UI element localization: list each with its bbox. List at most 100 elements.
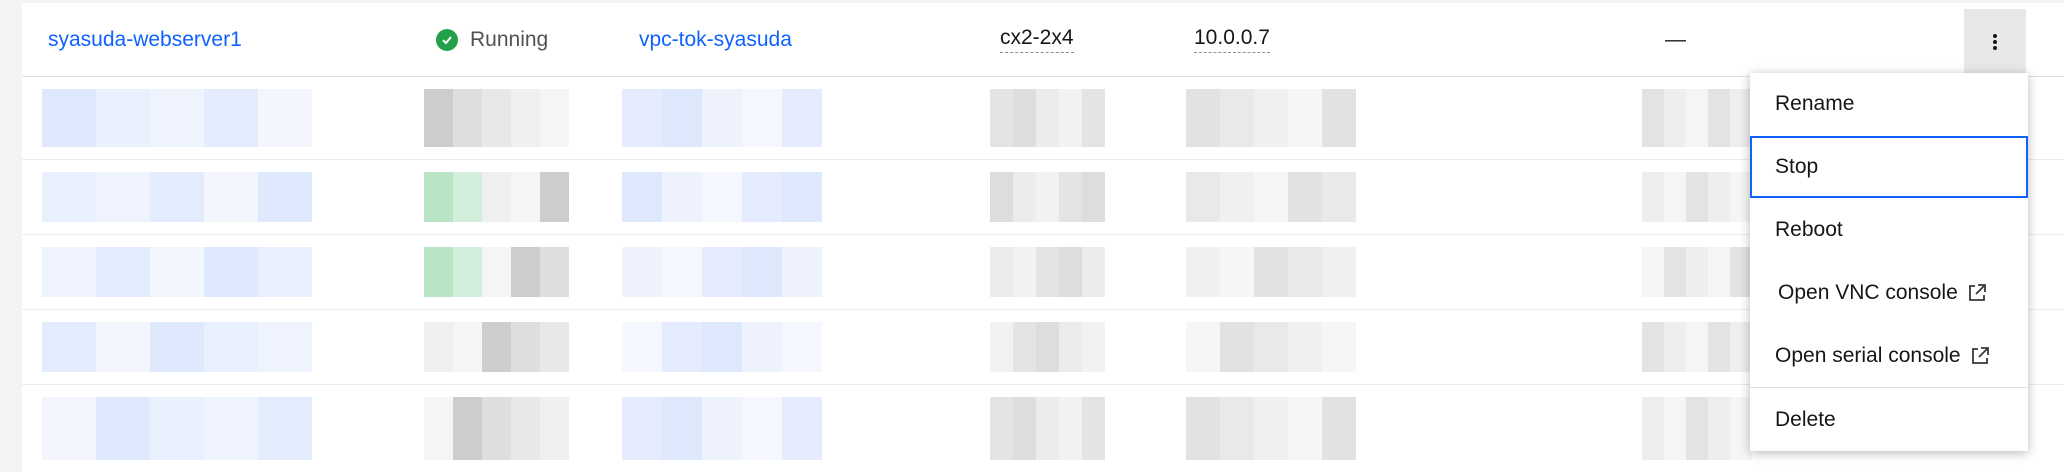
redacted-block (1220, 322, 1254, 372)
redacted-block (1082, 322, 1105, 372)
ip-value[interactable]: 10.0.0.7 (1194, 26, 1270, 53)
redacted-block (204, 89, 258, 147)
redacted-block (662, 322, 702, 372)
redacted-block (42, 247, 96, 297)
redacted-block (482, 172, 511, 222)
redacted-block (424, 89, 453, 147)
redacted-block (424, 397, 453, 460)
redacted-block (1254, 247, 1288, 297)
redacted-block (1642, 172, 1664, 222)
redacted-block (1642, 397, 1664, 460)
redacted-block (1220, 247, 1254, 297)
redacted-block (1036, 247, 1059, 297)
redacted-block (540, 397, 569, 460)
redacted-block (1642, 322, 1664, 372)
redacted-block (96, 172, 150, 222)
redacted-block (1288, 247, 1322, 297)
redacted-block (1730, 397, 1752, 460)
redacted-block (1036, 397, 1059, 460)
redacted-block (1708, 247, 1730, 297)
instance-name-link[interactable]: syasuda-webserver1 (48, 3, 242, 76)
menu-item-delete[interactable]: Delete (1750, 389, 2028, 451)
redacted-block (1082, 89, 1105, 147)
menu-item-label: Stop (1775, 155, 1819, 178)
redacted-block (96, 397, 150, 460)
redacted-block (662, 172, 702, 222)
redacted-block (1322, 172, 1356, 222)
redacted-block (42, 397, 96, 460)
redacted-block (204, 397, 258, 460)
redacted-block (150, 172, 204, 222)
redacted-block (1730, 172, 1752, 222)
menu-item-label: Reboot (1775, 218, 1843, 241)
menu-divider (1750, 387, 2028, 388)
redacted-block (1220, 172, 1254, 222)
redacted-block (1730, 89, 1752, 147)
redacted-block (453, 247, 482, 297)
redacted-block (662, 89, 702, 147)
menu-item-open-serial-console[interactable]: Open serial console (1750, 325, 2028, 387)
redacted-block (782, 247, 822, 297)
menu-item-label: Rename (1775, 92, 1855, 115)
menu-item-stop[interactable]: Stop (1750, 136, 2028, 198)
menu-item-open-vnc-console[interactable]: Open VNC console (1750, 262, 2028, 324)
menu-item-rename[interactable]: Rename (1750, 73, 2028, 135)
redacted-block (1686, 322, 1708, 372)
redacted-block (1686, 247, 1708, 297)
redacted-block (662, 247, 702, 297)
redacted-block (1013, 322, 1036, 372)
redacted-block (482, 247, 511, 297)
redacted-block (1288, 89, 1322, 147)
redacted-block (1664, 89, 1686, 147)
redacted-block (482, 322, 511, 372)
redacted-block (1730, 247, 1752, 297)
redacted-block (204, 322, 258, 372)
redacted-block (482, 397, 511, 460)
redacted-block (96, 322, 150, 372)
redacted-block (1082, 247, 1105, 297)
redacted-block (1686, 397, 1708, 460)
redacted-block (258, 172, 312, 222)
redacted-block (258, 247, 312, 297)
redacted-block (1686, 89, 1708, 147)
redacted-block (1708, 322, 1730, 372)
vpc-link[interactable]: vpc-tok-syasuda (639, 3, 792, 76)
redacted-block (990, 247, 1013, 297)
redacted-block (622, 397, 662, 460)
redacted-block (1186, 397, 1220, 460)
overflow-menu-button[interactable] (1964, 9, 2026, 75)
redacted-block (1036, 322, 1059, 372)
redacted-block (1013, 397, 1036, 460)
redacted-block (702, 247, 742, 297)
redacted-block (622, 89, 662, 147)
redacted-block (702, 322, 742, 372)
profile-cell: cx2-2x4 (1000, 3, 1074, 76)
redacted-block (1708, 397, 1730, 460)
redacted-block (1254, 89, 1288, 147)
redacted-block (540, 89, 569, 147)
table-row[interactable]: syasuda-webserver1 Running vpc-tok-syasu… (22, 3, 2064, 77)
redacted-block (1664, 322, 1686, 372)
floating-ip-value: — (1665, 27, 1686, 51)
redacted-block (662, 397, 702, 460)
redacted-block (742, 322, 782, 372)
launch-icon (1969, 345, 1991, 367)
redacted-block (1664, 247, 1686, 297)
redacted-block (150, 397, 204, 460)
redacted-block (782, 322, 822, 372)
redacted-block (742, 172, 782, 222)
redacted-block (1322, 322, 1356, 372)
redacted-block (1013, 89, 1036, 147)
menu-item-reboot[interactable]: Reboot (1750, 199, 2028, 261)
redacted-block (1254, 172, 1288, 222)
redacted-block (742, 247, 782, 297)
redacted-block (622, 247, 662, 297)
redacted-block (1288, 397, 1322, 460)
redacted-block (1322, 397, 1356, 460)
redacted-block (990, 322, 1013, 372)
profile-value[interactable]: cx2-2x4 (1000, 26, 1074, 53)
redacted-block (511, 247, 540, 297)
status-cell: Running (436, 3, 548, 76)
redacted-block (1059, 397, 1082, 460)
checkmark-filled-icon (436, 28, 458, 51)
